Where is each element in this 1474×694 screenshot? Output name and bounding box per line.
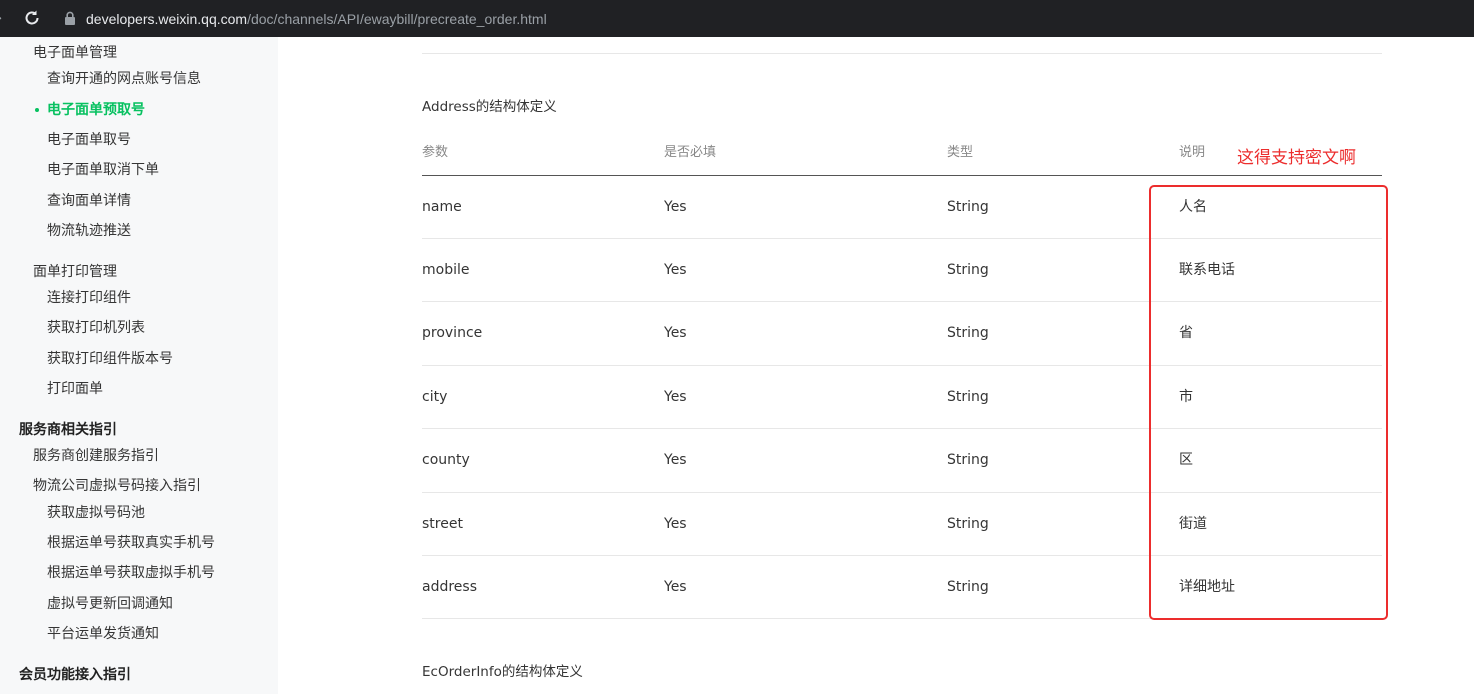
sidebar-item-ewaybill-management[interactable]: 电子面单管理: [33, 43, 117, 63]
table-header-desc: 说明: [1179, 145, 1206, 160]
table-cell-required: Yes: [664, 199, 687, 215]
table-cell-param: address: [422, 579, 478, 595]
sidebar-item-query-accounts[interactable]: 查询开通的网点账号信息: [47, 69, 201, 89]
sidebar-item-virtual-pool[interactable]: 获取虚拟号码池: [47, 503, 145, 523]
table-cell-required: Yes: [664, 452, 687, 468]
url-path: /doc/channels/API/ewaybill/precreate_ord…: [247, 11, 547, 27]
table-cell-param: county: [422, 452, 470, 468]
table-cell-param: city: [422, 389, 448, 405]
sidebar-item-virtual-callback[interactable]: 虚拟号更新回调通知: [47, 594, 173, 614]
sidebar-item-virtual-phone[interactable]: 根据运单号获取虚拟手机号: [47, 563, 215, 583]
table-header-type: 类型: [947, 145, 974, 160]
table-cell-param: street: [422, 516, 463, 532]
table-cell-type: String: [947, 325, 989, 341]
sidebar-item-ship-notify[interactable]: 平台运单发货通知: [47, 624, 159, 644]
lock-icon: [65, 11, 75, 25]
sidebar-item-track-push[interactable]: 物流轨迹推送: [47, 221, 131, 241]
table-header-divider: [422, 175, 1382, 176]
sidebar-item-connect-print[interactable]: 连接打印组件: [47, 288, 131, 308]
sidebar-item-precreate-order[interactable]: 电子面单预取号: [35, 100, 145, 120]
annotation-highlight-box: [1149, 185, 1388, 620]
sidebar-item-virtual-number-guide[interactable]: 物流公司虚拟号码接入指引: [33, 476, 201, 496]
table-cell-type: String: [947, 452, 989, 468]
table-cell-required: Yes: [664, 579, 687, 595]
table-cell-required: Yes: [664, 325, 687, 341]
sidebar-item-create-order[interactable]: 电子面单取号: [47, 130, 131, 150]
sidebar-group-member-guide[interactable]: 会员功能接入指引: [19, 665, 131, 685]
table-cell-required: Yes: [664, 262, 687, 278]
doc-content: Address的结构体定义 参数 是否必填 类型 说明 name Yes Str…: [278, 37, 1474, 694]
table-cell-param: province: [422, 325, 483, 341]
table-cell-type: String: [947, 262, 989, 278]
divider: [422, 53, 1382, 54]
forward-icon[interactable]: ›: [0, 9, 10, 27]
table-cell-type: String: [947, 199, 989, 215]
table-cell-param: name: [422, 199, 462, 215]
table-cell-required: Yes: [664, 516, 687, 532]
table-cell-param: mobile: [422, 262, 470, 278]
annotation-text: 这得支持密文啊: [1237, 148, 1356, 168]
table-cell-type: String: [947, 579, 989, 595]
sidebar-item-printer-list[interactable]: 获取打印机列表: [47, 318, 145, 338]
sidebar-item-order-detail[interactable]: 查询面单详情: [47, 191, 131, 211]
section-title-address: Address的结构体定义: [422, 99, 557, 115]
docs-sidebar: 电子面单管理 查询开通的网点账号信息 电子面单预取号 电子面单取号 电子面单取消…: [0, 37, 278, 694]
sidebar-item-print-management[interactable]: 面单打印管理: [33, 262, 117, 282]
sidebar-item-real-phone[interactable]: 根据运单号获取真实手机号: [47, 533, 215, 553]
sidebar-item-print-version[interactable]: 获取打印组件版本号: [47, 349, 173, 369]
section-title-ecorderinfo: EcOrderInfo的结构体定义: [422, 664, 583, 680]
table-header-param: 参数: [422, 145, 449, 160]
address-bar[interactable]: developers.weixin.qq.com/doc/channels/AP…: [86, 9, 547, 29]
reload-icon[interactable]: [22, 8, 42, 28]
sidebar-item-provider-create[interactable]: 服务商创建服务指引: [33, 446, 159, 466]
url-host: developers.weixin.qq.com: [86, 11, 248, 27]
table-cell-required: Yes: [664, 389, 687, 405]
table-header-required: 是否必填: [664, 145, 717, 160]
table-cell-type: String: [947, 516, 989, 532]
sidebar-group-provider-guide[interactable]: 服务商相关指引: [19, 420, 117, 440]
sidebar-item-cancel-order[interactable]: 电子面单取消下单: [47, 160, 159, 180]
browser-toolbar: › developers.weixin.qq.com/doc/channels/…: [0, 0, 1474, 37]
table-cell-type: String: [947, 389, 989, 405]
sidebar-item-print-waybill[interactable]: 打印面单: [47, 379, 103, 399]
